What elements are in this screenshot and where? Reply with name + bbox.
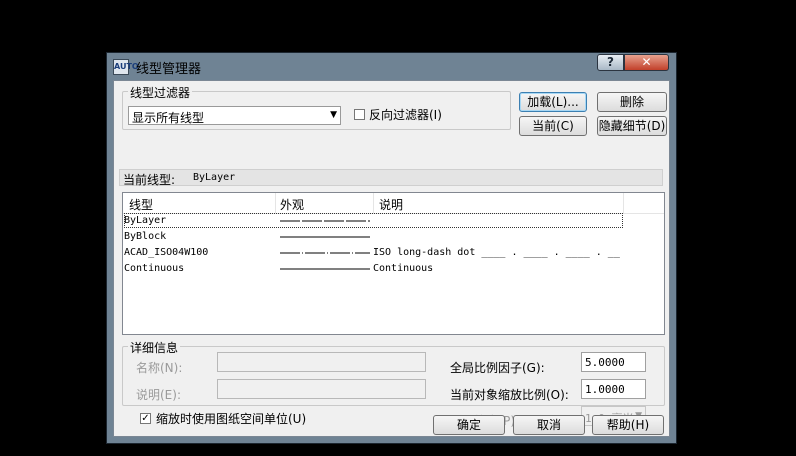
filter-group-label: 线型过滤器	[128, 84, 193, 101]
description-field[interactable]	[217, 379, 426, 399]
row-linetype-name: Continuous	[124, 263, 185, 274]
set-current-button[interactable]: 当前(C)	[519, 116, 587, 136]
table-row[interactable]: ByLayer	[123, 213, 664, 229]
linetype-preview-dash	[280, 220, 370, 222]
global-scale-field[interactable]: 5.0000	[581, 352, 646, 372]
column-header-linetype[interactable]: 线型	[129, 196, 153, 213]
dialog-title: 线型管理器	[136, 62, 202, 77]
checkmark-icon: ✓	[141, 413, 150, 424]
chevron-down-icon: ▼	[330, 110, 337, 120]
row-linetype-name: ByLayer	[124, 215, 167, 226]
paper-space-label: 缩放时使用图纸空间单位(U)	[156, 412, 307, 426]
current-linetype-value: ByLayer	[193, 172, 236, 183]
linetype-preview-dash-dot	[280, 252, 370, 254]
row-focus-outline	[124, 213, 623, 228]
table-row[interactable]: Continuous Continuous	[123, 261, 664, 277]
dialog-client-area: 线型过滤器 显示所有线型 ▼ 反向过滤器(I) 加载(L)... 删除 当前(C…	[113, 80, 670, 437]
details-group-label: 详细信息	[128, 339, 181, 356]
column-divider[interactable]	[623, 193, 624, 213]
current-linetype-label: 当前线型:	[123, 173, 176, 187]
invert-filter-checkbox[interactable]	[354, 109, 365, 120]
object-scale-field[interactable]: 1.0000	[581, 379, 646, 399]
current-linetype-bar: 当前线型: ByLayer	[119, 169, 663, 187]
title-bar[interactable]: AUTO 线型管理器 ? ✕	[107, 53, 676, 80]
cancel-button[interactable]: 取消	[513, 415, 585, 435]
load-button[interactable]: 加载(L)...	[519, 92, 587, 112]
filter-select[interactable]: 显示所有线型 ▼	[128, 106, 341, 125]
help-button[interactable]: 帮助(H)	[592, 415, 664, 435]
column-divider[interactable]	[275, 193, 276, 213]
row-linetype-name: ACAD_ISO04W100	[124, 247, 209, 258]
name-label: 名称(N):	[136, 361, 183, 375]
hide-details-button[interactable]: 隐藏细节(D)	[597, 116, 667, 136]
global-scale-label: 全局比例因子(G):	[450, 361, 545, 375]
help-title-button[interactable]: ?	[597, 54, 624, 71]
invert-filter-label: 反向过滤器(I)	[369, 108, 442, 122]
name-field[interactable]	[217, 352, 426, 372]
column-divider[interactable]	[373, 193, 374, 213]
autocad-app-icon: AUTO	[113, 59, 139, 75]
row-description: ISO long-dash dot ____ . ____ . ____ . _…	[373, 247, 620, 258]
filter-select-value: 显示所有线型	[132, 111, 205, 125]
table-row[interactable]: ByBlock	[123, 229, 664, 245]
global-scale-value: 5.0000	[585, 356, 625, 369]
description-label: 说明(E):	[136, 388, 181, 402]
row-linetype-name: ByBlock	[124, 231, 167, 242]
column-header-appearance[interactable]: 外观	[280, 196, 304, 213]
table-row[interactable]: ACAD_ISO04W100 ISO long-dash dot ____ . …	[123, 245, 664, 261]
linetype-preview-solid	[280, 236, 370, 238]
object-scale-value: 1.0000	[585, 383, 625, 396]
linetype-preview-solid	[280, 268, 370, 270]
list-header: 线型 外观 说明	[123, 193, 664, 214]
linetype-manager-dialog: AUTO 线型管理器 ? ✕ 线型过滤器 显示所有线型 ▼ 反向过滤器(I) 加…	[106, 52, 677, 444]
paper-space-checkbox[interactable]: ✓	[140, 413, 151, 424]
linetype-list[interactable]: 线型 外观 说明 ByLayer ByBlock ACAD_ISO04W100 …	[122, 192, 665, 335]
ok-button[interactable]: 确定	[433, 415, 505, 435]
column-header-description[interactable]: 说明	[379, 196, 403, 213]
close-button[interactable]: ✕	[624, 54, 669, 71]
object-scale-label: 当前对象缩放比例(O):	[450, 388, 569, 402]
delete-button[interactable]: 删除	[597, 92, 667, 112]
row-description: Continuous	[373, 263, 434, 274]
